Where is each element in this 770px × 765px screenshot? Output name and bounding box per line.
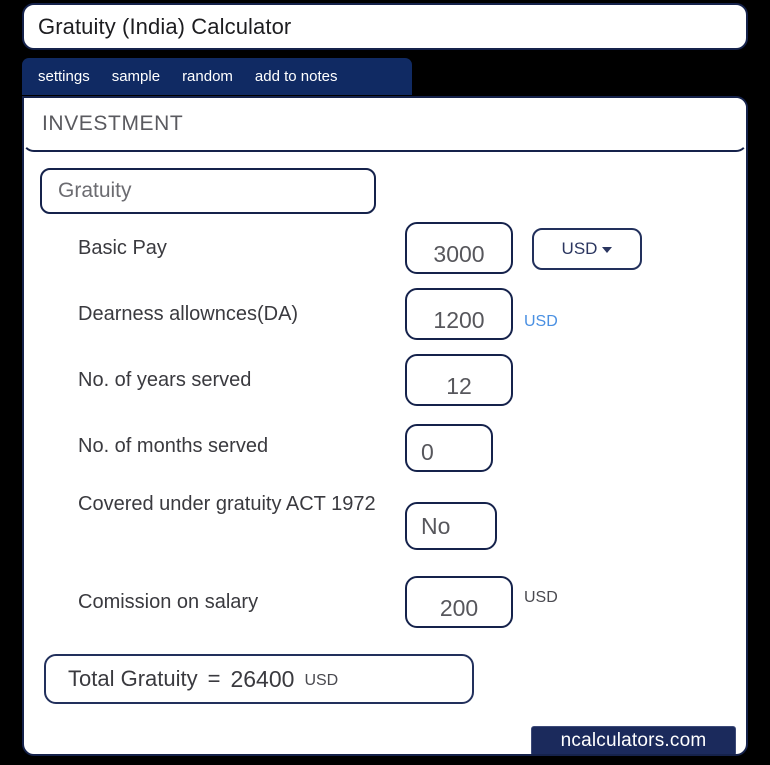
brand-badge-label: ncalculators.com: [560, 730, 707, 751]
total-gratuity-box: Total Gratuity = 26400 USD: [44, 654, 474, 704]
nav-item-settings[interactable]: settings: [38, 68, 90, 85]
input-basic-pay[interactable]: 3000: [405, 222, 513, 274]
total-gratuity-equals: =: [207, 666, 221, 691]
label-commission-on-salary: Comission on salary: [78, 591, 259, 613]
form-row-months-served: No. of months served 0: [24, 422, 746, 488]
label-basic-pay: Basic Pay: [78, 237, 167, 259]
input-months-served-value: 0: [421, 439, 434, 465]
input-covered-under-act-value: No: [421, 512, 451, 539]
input-dearness-allowance[interactable]: 1200: [405, 288, 513, 340]
form-row-commission-on-salary: Comission on salary 200 USD: [24, 574, 746, 640]
unit-label-dearness-allowance: USD: [524, 313, 558, 330]
total-gratuity-value: 26400: [230, 665, 295, 692]
label-dearness-allowance: Dearness allownces(DA): [78, 303, 299, 325]
form-row-basic-pay: Basic Pay 3000 USD: [24, 222, 746, 290]
input-years-served[interactable]: 12: [405, 354, 513, 406]
input-months-served[interactable]: 0: [405, 424, 493, 472]
input-commission-on-salary[interactable]: 200: [405, 576, 513, 628]
calculator-card: INVESTMENT Gratuity Basic Pay 3000 USD D…: [22, 96, 748, 756]
calculator-name-label: Gratuity: [58, 179, 132, 202]
label-months-served: No. of months served: [78, 435, 269, 457]
page-title: Gratuity (India) Calculator: [38, 13, 292, 39]
window-title-bar: Gratuity (India) Calculator: [22, 3, 748, 50]
nav-item-add-to-notes[interactable]: add to notes: [255, 68, 338, 85]
label-years-served: No. of years served: [78, 369, 252, 391]
total-gratuity-unit: USD: [304, 672, 339, 689]
form-row-covered-under-act: Covered under gratuity ACT 1972 No: [24, 488, 746, 574]
input-basic-pay-value: 3000: [433, 241, 485, 267]
brand-badge: ncalculators.com: [531, 726, 736, 754]
nav-tab-bar: settings sample random add to notes: [22, 58, 412, 95]
section-header: INVESTMENT: [24, 98, 746, 152]
nav-item-random[interactable]: random: [182, 68, 233, 85]
input-dearness-allowance-value: 1200: [433, 307, 485, 333]
currency-dropdown[interactable]: USD: [532, 228, 642, 270]
chevron-down-icon: [602, 247, 613, 253]
form-row-years-served: No. of years served 12: [24, 354, 746, 422]
input-covered-under-act[interactable]: No: [405, 502, 497, 550]
label-covered-under-act: Covered under gratuity ACT 1972: [78, 493, 376, 515]
calculator-app: Gratuity (India) Calculator settings sam…: [0, 0, 770, 765]
nav-item-sample[interactable]: sample: [112, 68, 160, 85]
unit-label-commission-on-salary: USD: [524, 589, 558, 606]
currency-dropdown-label: USD: [561, 239, 598, 258]
input-years-served-value: 12: [446, 373, 472, 399]
total-gratuity-label: Total Gratuity: [68, 666, 198, 691]
investment-form: Basic Pay 3000 USD Dearness allownces(DA…: [24, 222, 746, 640]
calculator-name-box[interactable]: Gratuity: [40, 168, 376, 214]
input-commission-on-salary-value: 200: [439, 595, 479, 621]
section-title: INVESTMENT: [42, 112, 184, 135]
form-row-dearness-allowance: Dearness allownces(DA) 1200 USD: [24, 288, 746, 356]
